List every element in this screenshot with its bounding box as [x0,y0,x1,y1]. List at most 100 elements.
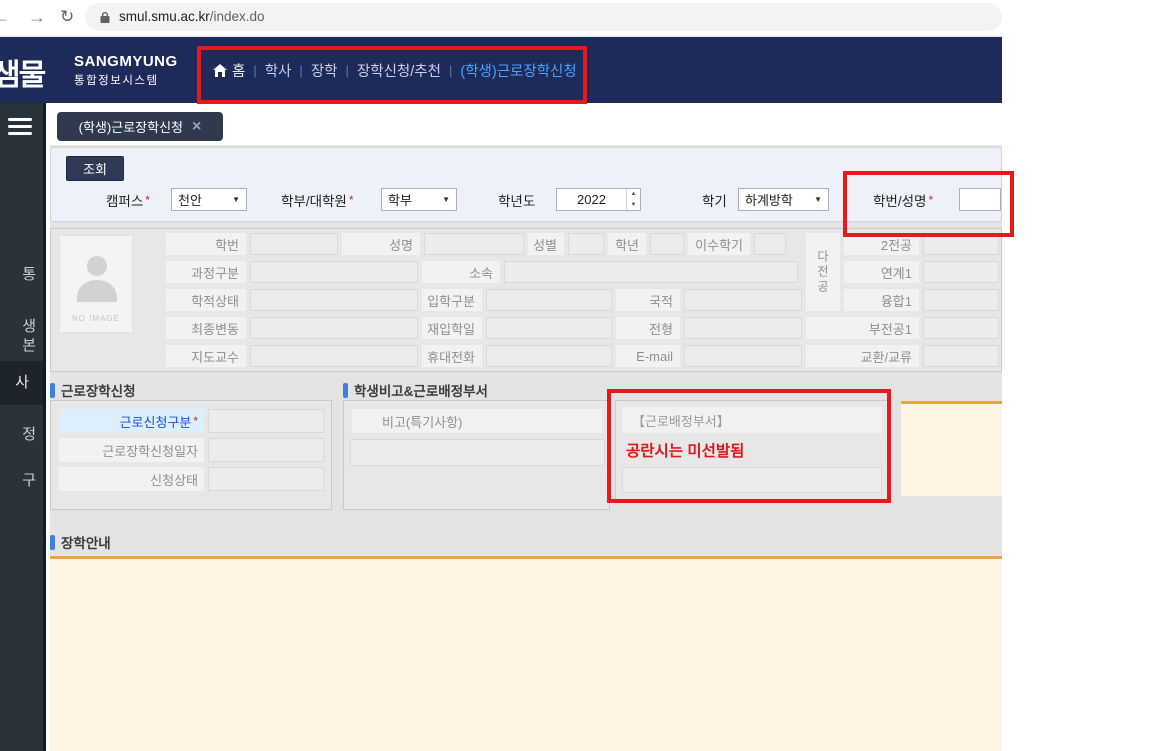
nationality-field [684,289,802,311]
nav-item-work-scholarship[interactable]: (학생)근로장학신청 [460,60,576,81]
faculty-value: 학부 [388,190,412,209]
work-type-field [208,409,324,433]
chevron-down-icon: ▼ [814,195,822,204]
grade-label: 학년 [608,233,646,255]
tab-close-icon[interactable]: × [192,118,201,136]
sidebar-item-active-bg: 사 [0,361,43,405]
nav-item-home[interactable]: 홈 [213,60,245,81]
year-label: 학년도 [498,189,535,211]
remark-label: 비고(특기사항) [352,409,602,433]
dept-field [504,261,798,283]
minor1-field [923,317,999,339]
status-label: 학적상태 [166,289,246,311]
screening-label: 전형 [616,317,680,339]
advisor-field [250,345,418,367]
gender-field [568,233,604,255]
nav-separator: | [346,63,349,78]
major2-field [923,233,999,255]
student-search-input[interactable] [959,188,1001,211]
dept-label: 소속 [422,261,500,283]
section-bar-icon [343,383,348,398]
nav-separator: | [253,63,256,78]
major2-label: 2전공 [844,233,919,255]
hamburger-menu-icon[interactable] [8,118,32,139]
tab-work-scholarship[interactable]: (학생)근로장학신청 × [57,112,223,141]
linked1-label: 연계1 [844,261,919,283]
semesters-label: 이수학기 [688,233,750,255]
conv1-field [923,289,999,311]
student-name-field [424,233,524,255]
nav-item-janghak-apply[interactable]: 장학신청/추천 [357,60,441,81]
spinner-down-icon[interactable]: ▼ [627,200,640,211]
chevron-down-icon: ▼ [232,195,240,204]
work-row-1: 근로신청구분* [59,409,324,433]
browser-reload-icon[interactable]: ↻ [60,4,74,30]
faculty-select[interactable]: 학부 ▼ [381,188,457,211]
nav-item-label: 홈 [232,60,245,81]
faculty-label: 학부/대학원* [281,189,354,211]
student-id-field [250,233,338,255]
work-apply-box: 근로신청구분* 근로장학신청일자 신청상태 [50,400,332,510]
lock-icon [99,11,111,24]
filter-panel: 조회 캠퍼스* 천안 ▼ 학부/대학원* 학부 ▼ 학년도 2022 ▲ ▼ 학… [50,147,1002,222]
admission-label: 입학구분 [422,289,482,311]
exchange-label: 교환/교류 [806,345,919,367]
course-field [250,261,418,283]
scholarship-notice-panel [50,556,1002,751]
work-apply-date-label: 근로장학신청일자 [59,438,204,462]
campus-select[interactable]: 천안 ▼ [171,188,247,211]
student-row-5: 지도교수 휴대전화 E-mail [166,345,802,367]
gender-label: 성별 [528,233,564,255]
year-stepper[interactable]: 2022 ▲ ▼ [556,188,641,211]
browser-back-icon[interactable]: ← [0,4,10,30]
chevron-down-icon: ▼ [442,195,450,204]
advisor-label: 지도교수 [166,345,246,367]
section-title: 학생비고&근로배정부서 [354,380,488,400]
work-row-3: 신청상태 [59,467,324,491]
student-photo-placeholder: NO IMAGE [59,235,133,333]
assigned-dept-header: 【근로배정부서】 [622,407,882,433]
sidebar-item-3-active[interactable]: 사 [0,373,36,392]
sidebar-item-5[interactable]: 구 [0,471,36,490]
last-change-field [250,317,418,339]
sidebar-item-4[interactable]: 정 [0,425,36,444]
global-nav: 홈 | 학사 | 장학 | 장학신청/추천 | (학생)근로장학신청 [213,37,577,103]
logo-line2: 통합정보시스템 [74,72,178,88]
student-row-1: 학번 성명 성별 학년 이수학기 [166,233,786,255]
status-field [250,289,418,311]
student-id-label: 학번 [166,233,246,255]
nav-item-haksa[interactable]: 학사 [265,60,292,81]
linked1-field [923,261,999,283]
url-host: smul.smu.ac.kr [119,9,210,24]
student-row-3: 학적상태 입학구분 국적 [166,289,802,311]
readmission-field [486,317,612,339]
nav-item-janghak[interactable]: 장학 [311,60,338,81]
last-change-label: 최종변동 [166,317,246,339]
tab-label: (학생)근로장학신청 [79,117,183,136]
query-button[interactable]: 조회 [66,156,124,181]
exchange-field [923,345,999,367]
readmission-label: 재입학일 [422,317,482,339]
remark-field [350,439,605,466]
email-label: E-mail [616,345,680,367]
term-select[interactable]: 하계방학 ▼ [738,188,829,211]
conv1-label: 융합1 [844,289,919,311]
sidebar-item-1[interactable]: 통 [0,265,36,284]
sidebar-item-2[interactable]: 생 본 [0,317,36,355]
year-value: 2022 [557,189,626,210]
assigned-dept-field [622,467,882,493]
student-search-label: 학번/성명* [873,189,933,211]
spinner-up-icon[interactable]: ▲ [627,189,640,200]
nationality-label: 국적 [616,289,680,311]
section-bar-icon [50,383,55,398]
section-remark-header: 학생비고&근로배정부서 [343,380,488,400]
section-title: 근로장학신청 [61,380,136,400]
logo-text: SANGMYUNG 통합정보시스템 [74,53,178,88]
email-field [684,345,802,367]
work-row-2: 근로장학신청일자 [59,438,324,462]
browser-forward-icon[interactable]: → [28,4,46,30]
student-row-4: 최종변동 재입학일 전형 [166,317,802,339]
nav-separator: | [299,63,302,78]
address-bar[interactable]: smul.smu.ac.kr/index.do [85,3,1002,31]
campus-value: 천안 [178,190,202,209]
